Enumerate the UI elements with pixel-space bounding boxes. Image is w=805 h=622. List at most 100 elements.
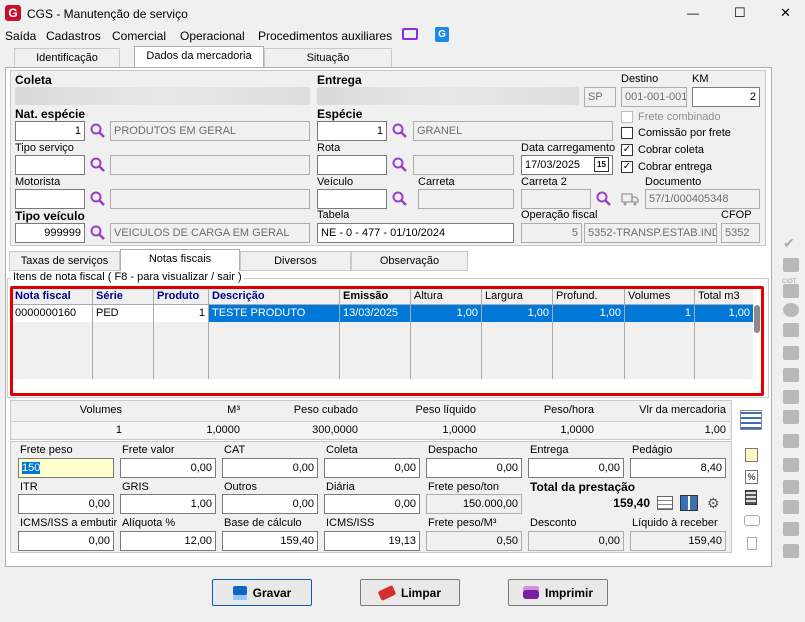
calendar-icon[interactable]: 15 xyxy=(594,157,609,172)
monitor-icon[interactable] xyxy=(402,28,418,40)
tab-observacao[interactable]: Observação xyxy=(351,251,468,271)
close-button[interactable]: ✕ xyxy=(780,5,791,21)
limpar-button[interactable]: Limpar xyxy=(360,579,460,606)
gravar-button[interactable]: Gravar xyxy=(212,579,312,606)
tab-diversos[interactable]: Diversos xyxy=(240,251,351,271)
cobrar-coleta-checkbox[interactable]: ✓ xyxy=(621,144,633,156)
coleta-calc-field[interactable]: 0,00 xyxy=(324,458,420,478)
icms-iss-field[interactable]: 19,13 xyxy=(324,531,420,551)
truck-icon[interactable] xyxy=(621,192,639,206)
tool-icon[interactable] xyxy=(783,458,799,472)
table-icon[interactable] xyxy=(657,496,673,510)
search-icon[interactable] xyxy=(392,191,408,207)
cat-label: CAT xyxy=(224,444,246,456)
documento-field: 57/1/000405348 xyxy=(645,189,760,209)
itr-field[interactable]: 0,00 xyxy=(18,494,114,514)
search-icon[interactable] xyxy=(90,225,106,241)
tipo-veiculo-label: Tipo veículo xyxy=(15,209,85,223)
tot-peso-hora-label: Peso/hora xyxy=(543,404,594,416)
tot-vlr-mercadoria-value: 1,00 xyxy=(704,424,726,436)
nat-especie-desc-field: PRODUTOS EM GERAL xyxy=(110,121,310,141)
icms-embutir-label: ICMS/ISS a embutir xyxy=(20,517,118,529)
tab-notas-fiscais[interactable]: Notas fiscais xyxy=(120,249,240,271)
veiculo-field[interactable] xyxy=(317,189,387,209)
tot-m3-value: 1,0000 xyxy=(206,424,240,436)
highlight-box xyxy=(10,286,764,396)
tool-icon[interactable] xyxy=(783,258,799,272)
document-icon[interactable] xyxy=(745,448,758,462)
title-bar: G CGS - Manutenção de serviço — ☐ ✕ xyxy=(0,0,805,28)
menu-cadastros[interactable]: Cadastros xyxy=(46,29,101,43)
check-icon[interactable]: ✔ xyxy=(783,235,795,252)
tool-icon[interactable] xyxy=(783,522,799,536)
rota-code-field[interactable] xyxy=(317,155,387,175)
tool-icon[interactable] xyxy=(783,346,799,360)
tool-icon[interactable] xyxy=(783,410,799,424)
tool-icon[interactable] xyxy=(783,434,799,448)
km-field[interactable]: 2 xyxy=(692,87,760,107)
total-prestacao-label: Total da prestação xyxy=(530,480,636,494)
tab-situacao[interactable]: Situação xyxy=(264,48,392,68)
tool-icon[interactable] xyxy=(783,544,799,558)
especie-code-field[interactable]: 1 xyxy=(317,121,387,141)
search-icon[interactable] xyxy=(596,191,612,207)
minimize-button[interactable]: — xyxy=(687,6,699,20)
settings-icon[interactable]: ⚙ xyxy=(707,495,723,511)
tool-icon[interactable] xyxy=(783,390,799,404)
search-icon[interactable] xyxy=(392,123,408,139)
frete-peso-field[interactable]: 150 xyxy=(18,458,114,478)
nat-especie-code-field[interactable]: 1 xyxy=(15,121,85,141)
aliquota-field[interactable]: 12,00 xyxy=(120,531,216,551)
tool-icon[interactable] xyxy=(783,323,799,337)
outros-field[interactable]: 0,00 xyxy=(222,494,318,514)
tipo-servico-code-field[interactable] xyxy=(15,155,85,175)
clipboard-icon[interactable] xyxy=(747,537,757,550)
maximize-button[interactable]: ☐ xyxy=(734,5,746,21)
chat-icon[interactable] xyxy=(744,515,760,526)
base-calculo-field[interactable]: 159,40 xyxy=(222,531,318,551)
percent-icon[interactable]: % xyxy=(745,470,758,484)
calculator-table-icon[interactable] xyxy=(740,410,762,430)
frete-valor-field[interactable]: 0,00 xyxy=(120,458,216,478)
book-icon[interactable] xyxy=(680,495,698,511)
tab-taxas-servicos[interactable]: Taxas de serviços xyxy=(9,251,120,271)
entrega-calc-field[interactable]: 0,00 xyxy=(528,458,624,478)
tab-identificacao[interactable]: Identificação xyxy=(14,48,120,68)
tipo-veiculo-code-field[interactable]: 999999 xyxy=(15,223,85,243)
tabela-field[interactable]: NE - 0 - 477 - 01/10/2024 xyxy=(317,223,514,243)
calculator-icon[interactable] xyxy=(745,490,757,505)
circle-icon[interactable] xyxy=(783,303,799,317)
entrega-field-blurred xyxy=(317,87,579,105)
search-icon[interactable] xyxy=(392,157,408,173)
gravar-label: Gravar xyxy=(252,585,292,600)
gris-field[interactable]: 1,00 xyxy=(120,494,216,514)
cobrar-coleta-label: Cobrar coleta xyxy=(638,144,705,156)
menu-saida[interactable]: Saída xyxy=(5,29,36,43)
pedagio-field[interactable]: 8,40 xyxy=(630,458,726,478)
menu-procedimentos[interactable]: Procedimentos auxiliares xyxy=(258,29,392,43)
base-calculo-label: Base de cálculo xyxy=(224,517,302,529)
comissao-por-frete-checkbox[interactable] xyxy=(621,127,633,139)
operacao-desc-field: 5352-TRANSP.ESTAB.IND xyxy=(584,223,717,243)
diaria-field[interactable]: 0,00 xyxy=(324,494,420,514)
menu-comercial[interactable]: Comercial xyxy=(112,29,166,43)
tool-icon[interactable] xyxy=(783,368,799,382)
search-icon[interactable] xyxy=(90,157,106,173)
icms-embutir-field[interactable]: 0,00 xyxy=(18,531,114,551)
cobrar-entrega-checkbox[interactable]: ✓ xyxy=(621,161,633,173)
menu-operacional[interactable]: Operacional xyxy=(180,29,245,43)
cat-field[interactable]: 0,00 xyxy=(222,458,318,478)
tool-icon[interactable] xyxy=(783,480,799,494)
total-prestacao-value: 159,40 xyxy=(613,496,650,510)
nf-group-title: Itens de nota fiscal ( F8 - para visuali… xyxy=(11,271,244,283)
coleta-label: Coleta xyxy=(15,73,52,87)
app-g-icon[interactable]: G xyxy=(435,27,449,42)
motorista-code-field[interactable] xyxy=(15,189,85,209)
despacho-field[interactable]: 0,00 xyxy=(426,458,522,478)
imprimir-button[interactable]: Imprimir xyxy=(508,579,608,606)
search-icon[interactable] xyxy=(90,191,106,207)
tool-icon[interactable] xyxy=(783,284,799,298)
search-icon[interactable] xyxy=(90,123,106,139)
tab-dados-mercadoria[interactable]: Dados da mercadoria xyxy=(134,46,264,68)
tool-icon[interactable] xyxy=(783,500,799,514)
